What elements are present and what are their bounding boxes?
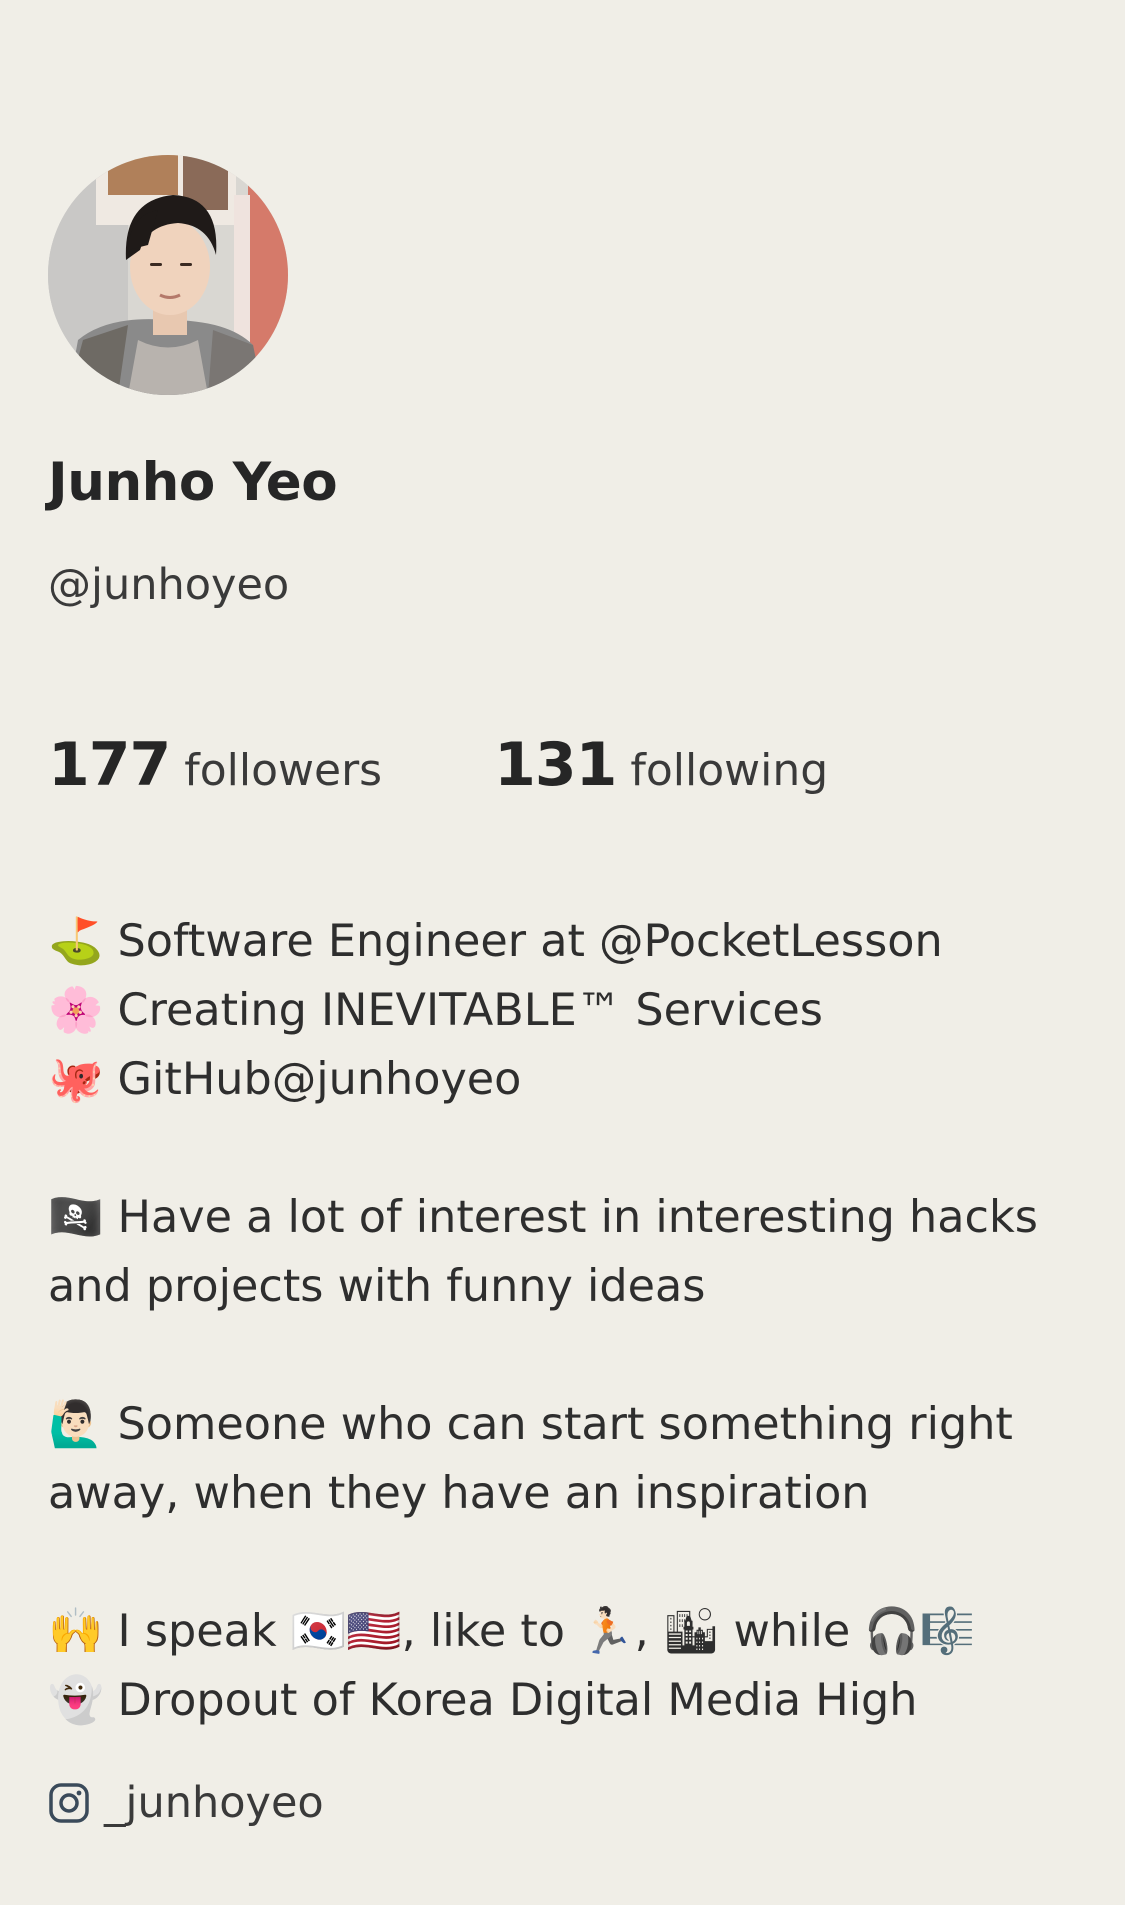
display-name: Junho Yeo xyxy=(48,452,338,513)
followers-label: followers xyxy=(184,745,383,796)
instagram-icon xyxy=(48,1782,90,1824)
bio-paragraph-interests: 🏴‍☠️ Have a lot of interest in interesti… xyxy=(48,1192,1038,1312)
following-link[interactable]: 131 following xyxy=(494,730,828,800)
bio-line-job: ⛳️ Software Engineer at @PocketLesson xyxy=(48,916,943,967)
bio-line-school: 👻 Dropout of Korea Digital Media High xyxy=(48,1675,918,1726)
followers-count: 177 xyxy=(48,730,171,800)
bio-line-services: 🌸 Creating INEVITABLE™ Services xyxy=(48,985,823,1036)
bio-spacer xyxy=(48,1114,1078,1183)
bio-spacer xyxy=(48,1321,1078,1390)
following-label: following xyxy=(630,745,829,796)
bio-paragraph-inspiration: 🙋🏻‍♂️ Someone who can start something ri… xyxy=(48,1399,1013,1519)
instagram-link[interactable]: _junhoyeo xyxy=(48,1778,324,1828)
following-count: 131 xyxy=(494,730,617,800)
bio: ⛳️ Software Engineer at @PocketLesson 🌸 … xyxy=(48,907,1078,1735)
followers-link[interactable]: 177 followers xyxy=(48,730,382,800)
bio-line-languages: 🙌 I speak 🇰🇷🇺🇸, like to 🏃🏻, 🏙 while 🎧🎼 xyxy=(48,1606,976,1657)
follow-stats: 177 followers 131 following xyxy=(48,730,828,800)
username-handle: @junhoyeo xyxy=(48,560,290,610)
bio-line-github: 🐙 GitHub@junhoyeo xyxy=(48,1054,522,1105)
instagram-handle: _junhoyeo xyxy=(104,1778,324,1828)
bio-spacer xyxy=(48,1528,1078,1597)
avatar-photo-icon xyxy=(48,155,288,395)
avatar[interactable] xyxy=(48,155,288,395)
